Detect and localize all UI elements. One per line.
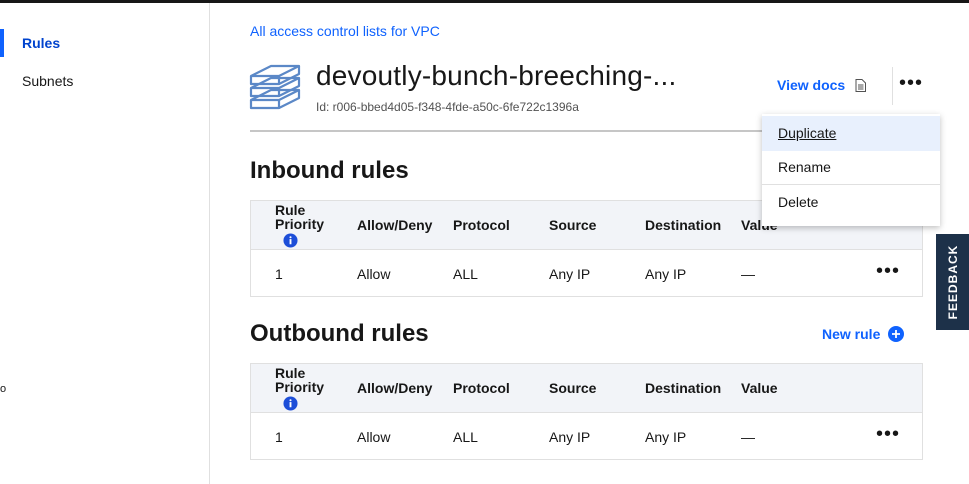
cell-destination: Any IP: [645, 266, 687, 282]
outbound-rules-table: Rule Priority Allow/Deny Protocol Source…: [250, 363, 923, 460]
table-header: Rule Priority Allow/Deny Protocol Source…: [251, 364, 922, 413]
column-header-allow-deny[interactable]: Allow/Deny: [357, 217, 432, 233]
resource-id: Id: r006-bbed4d05-f348-4fde-a50c-6fe722c…: [316, 100, 579, 114]
menu-item-delete[interactable]: Delete: [762, 185, 940, 220]
cell-value: —: [741, 266, 755, 282]
cell-source: Any IP: [549, 429, 591, 445]
info-icon[interactable]: [283, 396, 298, 411]
sidebar: Rules Subnets: [0, 3, 210, 484]
inbound-rules-title: Inbound rules: [250, 157, 409, 184]
feedback-tab[interactable]: FEEDBACK: [936, 234, 969, 330]
column-header-priority[interactable]: Rule Priority: [275, 203, 324, 248]
column-header-allow-deny[interactable]: Allow/Deny: [357, 380, 432, 396]
overflow-menu: Duplicate Rename Delete: [762, 114, 940, 226]
stray-text: o: [0, 383, 7, 395]
cell-priority: 1: [275, 266, 283, 282]
outbound-rules-title: Outbound rules: [250, 320, 429, 347]
view-docs-link[interactable]: View docs: [777, 77, 867, 93]
sidebar-item-rules[interactable]: Rules: [0, 27, 209, 59]
menu-item-duplicate[interactable]: Duplicate: [762, 116, 940, 151]
column-header-destination[interactable]: Destination: [645, 380, 721, 396]
column-header-protocol[interactable]: Protocol: [453, 380, 510, 396]
cell-value: —: [741, 429, 755, 445]
breadcrumb-link[interactable]: All access control lists for VPC: [250, 23, 440, 39]
new-rule-label: New rule: [822, 326, 881, 342]
header-divider: [892, 67, 893, 105]
feedback-label: FEEDBACK: [945, 244, 960, 320]
overflow-menu-icon[interactable]: •••: [896, 72, 926, 100]
cell-protocol: ALL: [453, 266, 478, 282]
page-title: devoutly-bunch-breeching-...: [316, 60, 677, 91]
column-header-priority[interactable]: Rule Priority: [275, 366, 324, 411]
view-docs-label: View docs: [777, 77, 846, 93]
menu-item-rename[interactable]: Rename: [762, 150, 940, 185]
vpc-acl-icon: [249, 64, 301, 110]
new-rule-button[interactable]: New rule: [822, 326, 905, 342]
cell-protocol: ALL: [453, 429, 478, 445]
column-header-value[interactable]: Value: [741, 380, 778, 396]
info-icon[interactable]: [283, 233, 298, 248]
column-header-protocol[interactable]: Protocol: [453, 217, 510, 233]
column-header-destination[interactable]: Destination: [645, 217, 721, 233]
column-header-source[interactable]: Source: [549, 217, 596, 233]
add-icon: [888, 326, 905, 342]
table-row: 1 Allow ALL Any IP Any IP — •••: [251, 413, 922, 459]
document-icon: [855, 78, 867, 92]
row-overflow-menu-icon[interactable]: •••: [876, 260, 900, 283]
cell-action: Allow: [357, 266, 391, 282]
cell-destination: Any IP: [645, 429, 687, 445]
table-row: 1 Allow ALL Any IP Any IP — •••: [251, 250, 922, 296]
cell-source: Any IP: [549, 266, 591, 282]
row-overflow-menu-icon[interactable]: •••: [876, 423, 900, 446]
column-header-source[interactable]: Source: [549, 380, 596, 396]
cell-priority: 1: [275, 429, 283, 445]
sidebar-item-subnets[interactable]: Subnets: [0, 65, 209, 97]
cell-action: Allow: [357, 429, 391, 445]
